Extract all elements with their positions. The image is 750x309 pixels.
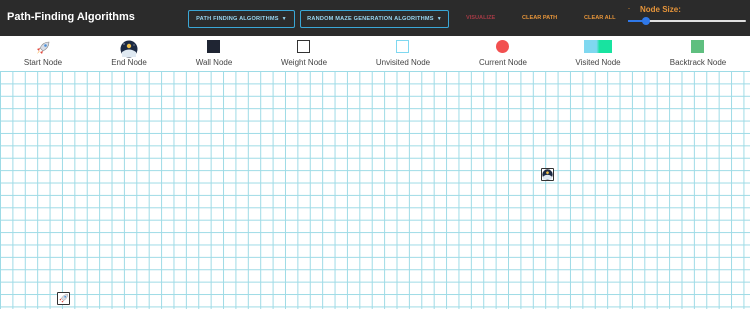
- legend-weight-node: Weight Node: [266, 36, 342, 71]
- legend-label: Visited Node: [575, 58, 621, 67]
- node-size-control: - Node Size:: [628, 4, 746, 32]
- slider-minus-label: -: [628, 6, 630, 12]
- pathfinding-grid[interactable]: [0, 71, 750, 309]
- planet-icon: [542, 169, 553, 180]
- wall-square-icon: [207, 40, 220, 53]
- current-circle-icon: [496, 40, 509, 53]
- node-size-slider[interactable]: [628, 17, 746, 25]
- navbar: Path-Finding Algorithms PATH FINDING ALG…: [0, 0, 750, 36]
- legend-backtrack-node: Backtrack Node: [660, 36, 736, 71]
- clear-path-button[interactable]: CLEAR PATH: [522, 15, 557, 21]
- legend-label: Current Node: [478, 58, 528, 67]
- backtrack-square-icon: [691, 40, 704, 53]
- legend-unvisited-node: Unvisited Node: [365, 36, 441, 71]
- legend-label: Wall Node: [195, 58, 233, 67]
- legend-start-node: Start Node: [5, 36, 81, 71]
- start-node-cell[interactable]: [57, 292, 70, 305]
- pathfinding-algorithms-dropdown[interactable]: PATH FINDING ALGORITHMS ▼: [188, 10, 295, 28]
- clear-all-button[interactable]: CLEAR ALL: [584, 15, 616, 21]
- maze-dropdown-label: RANDOM MAZE GENERATION ALGORITHMS: [307, 16, 434, 22]
- legend-label: End Node: [111, 58, 147, 67]
- legend-end-node: End Node: [91, 36, 167, 71]
- legend-label: Start Node: [23, 58, 63, 67]
- legend-label: Backtrack Node: [669, 58, 727, 67]
- app-title: Path-Finding Algorithms: [7, 11, 135, 23]
- legend-current-node: Current Node: [465, 36, 541, 71]
- end-node-cell[interactable]: [541, 168, 554, 181]
- legend-visited-node: Visited Node: [560, 36, 636, 71]
- maze-generation-dropdown[interactable]: RANDOM MAZE GENERATION ALGORITHMS ▼: [300, 10, 449, 28]
- visualize-button[interactable]: VISUALIZE: [466, 15, 495, 21]
- slider-thumb[interactable]: [641, 17, 650, 25]
- node-legend: Start Node End Node Wall Node Weight Nod…: [0, 36, 750, 71]
- rocket-icon: [59, 294, 68, 303]
- node-size-label: Node Size:: [640, 5, 681, 14]
- legend-label: Unvisited Node: [375, 58, 431, 67]
- unvisited-square-icon: [396, 40, 409, 53]
- caret-down-icon: ▼: [436, 16, 442, 22]
- caret-down-icon: ▼: [281, 16, 287, 22]
- pathfinding-dropdown-label: PATH FINDING ALGORITHMS: [196, 16, 279, 22]
- legend-wall-node: Wall Node: [176, 36, 252, 71]
- visited-gradient-icon: [584, 40, 612, 53]
- legend-label: Weight Node: [280, 58, 328, 67]
- weight-square-icon: [297, 40, 310, 53]
